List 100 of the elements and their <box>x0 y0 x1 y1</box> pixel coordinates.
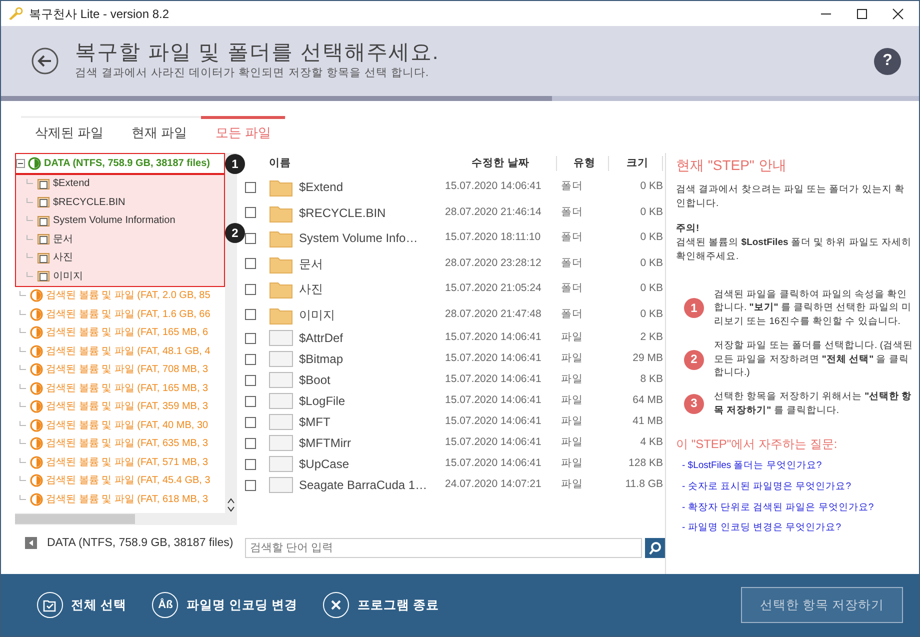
checkbox[interactable] <box>245 438 256 448</box>
table-cell-text: 15.07.2020 14:06:41 <box>445 414 542 430</box>
close-icon <box>892 8 904 20</box>
table-cell-text: 15.07.2020 21:05:24 <box>445 281 542 296</box>
checkbox[interactable] <box>245 284 256 295</box>
checkbox[interactable] <box>245 354 256 364</box>
column-header[interactable]: 유형 <box>561 156 609 172</box>
checkbox[interactable] <box>245 374 256 386</box>
faq-link[interactable]: - 확장자 단위로 검색된 파일은 무엇인가요? <box>682 500 913 514</box>
file-icon <box>269 393 295 409</box>
faq-link[interactable]: - $LostFiles 폴더는 무엇인가요? <box>682 459 913 473</box>
folder-checkbox-icon[interactable] <box>37 214 50 227</box>
column-header[interactable]: 이름 <box>269 156 441 172</box>
table-cell-text: 폴더 <box>561 256 584 271</box>
guide-title: 현재 "STEP" 안내 <box>676 156 788 174</box>
table-cell-text: 파일 <box>561 372 584 388</box>
faq-title: 이 "STEP"에서 자주하는 질문: <box>676 436 838 453</box>
folder-checkbox-icon[interactable] <box>37 252 50 264</box>
checkbox[interactable] <box>245 258 256 270</box>
horizontal-scrollbar[interactable] <box>15 512 237 524</box>
checkbox[interactable] <box>245 232 256 244</box>
encoding-icon: Åß <box>152 592 178 618</box>
note-title: 주의! <box>676 222 700 236</box>
page-subtitle: 검색 결과에서 사라진 데이터가 확인되면 저장할 항목을 선택 합니다. <box>75 66 430 82</box>
checkbox[interactable] <box>245 332 256 344</box>
table-cell-text: 11.8 GB <box>624 477 663 492</box>
footer-action[interactable]: 전체 선택 <box>37 592 126 618</box>
column-header[interactable]: 수정한 날짜 <box>445 156 557 172</box>
file-name[interactable]: $LogFile <box>299 392 441 410</box>
file-name[interactable]: $Boot <box>299 371 441 389</box>
footer-action[interactable]: 프로그램 종료 <box>323 592 439 618</box>
table-cell-text: 0 KB <box>639 281 663 296</box>
page-title: 복구할 파일 및 폴더를 선택해주세요. <box>75 40 440 66</box>
scroll-down-icon[interactable] <box>227 504 235 512</box>
file-name[interactable]: $Extend <box>299 178 441 196</box>
table-cell-text: 0 KB <box>639 204 663 220</box>
table-cell-text: 파일 <box>561 351 584 366</box>
tree-item[interactable]: System Volume Information <box>53 213 176 228</box>
file-name[interactable]: $Bitmap <box>299 350 441 368</box>
table-cell-text: 15.07.2020 14:06:41 <box>445 393 542 408</box>
vertical-scrollbar[interactable] <box>225 152 237 512</box>
search-button[interactable] <box>645 538 665 558</box>
folder-checkbox-icon[interactable] <box>37 196 50 208</box>
file-name[interactable]: $RECYCLE.BIN <box>299 204 441 222</box>
checkbox[interactable] <box>245 309 256 320</box>
table-cell-text: 파일 <box>561 456 584 472</box>
faq-link[interactable]: - 파일명 인코딩 변경은 무엇인가요? <box>682 521 913 536</box>
file-name[interactable]: $MFT <box>299 413 441 431</box>
folder-checkbox-icon[interactable] <box>37 270 50 282</box>
table-cell-text: 8 KB <box>639 372 663 388</box>
table-cell-text: 0 KB <box>639 230 663 246</box>
tree-item[interactable]: 문서 <box>53 232 73 247</box>
search-field[interactable]: 검색할 단어 입력 <box>245 538 642 558</box>
checkbox[interactable] <box>245 480 256 490</box>
file-name[interactable]: 사진 <box>299 280 441 298</box>
table-cell-text: 파일 <box>561 477 584 492</box>
window-title: 복구천사 Lite - version 8.2 <box>29 6 170 22</box>
table-cell-text: 29 MB <box>632 351 663 366</box>
file-icon <box>269 372 295 388</box>
file-name[interactable]: $MFTMirr <box>299 434 441 452</box>
table-cell-text: 폴더 <box>561 179 584 194</box>
table-cell-text: 폴더 <box>561 204 584 220</box>
table-cell-text: 2 KB <box>639 330 663 346</box>
collapse-icon[interactable] <box>16 158 25 168</box>
table-cell-text: 15.07.2020 14:06:41 <box>445 456 542 472</box>
table-cell-text: 28.07.2020 21:46:14 <box>445 204 542 220</box>
folder-checkbox-icon[interactable] <box>37 233 50 246</box>
file-icon <box>269 435 295 451</box>
tab[interactable]: 삭제된 파일 <box>21 116 118 146</box>
folder-checkbox-icon[interactable] <box>37 178 50 190</box>
table-cell-text: 0 KB <box>639 256 663 271</box>
checkbox[interactable] <box>245 182 256 193</box>
checkbox[interactable] <box>245 207 256 218</box>
note-text: 검색된 볼륨의 $LostFiles 폴더 및 하위 파일도 자세히 확인해주세요. <box>676 236 912 264</box>
file-name[interactable]: 이미지 <box>299 306 441 324</box>
faq-link[interactable]: - 숫자로 표시된 파일명은 무엇인가요? <box>682 480 913 494</box>
column-header[interactable]: 크기 <box>613 156 663 172</box>
file-name[interactable]: Seagate BarraCuda 1… <box>299 476 441 494</box>
tab[interactable]: 현재 파일 <box>118 116 202 146</box>
file-name[interactable]: $UpCase <box>299 455 441 473</box>
file-name[interactable]: $AttrDef <box>299 329 441 347</box>
tree-item[interactable]: $RECYCLE.BIN <box>53 194 126 210</box>
table-cell-text: 15.07.2020 18:11:10 <box>445 230 542 246</box>
scroll-up-icon[interactable] <box>227 496 235 504</box>
step-number: 2 <box>684 350 704 370</box>
checkbox[interactable] <box>245 416 256 428</box>
folder-check-icon <box>43 598 57 612</box>
checkbox[interactable] <box>245 396 256 406</box>
back-icon[interactable] <box>31 47 59 75</box>
table-cell-text: 0 KB <box>639 306 663 322</box>
checkbox[interactable] <box>245 458 256 470</box>
footer-action[interactable]: Åß 파일명 인코딩 변경 <box>152 592 298 618</box>
table-cell-text: 64 MB <box>632 393 663 408</box>
x-icon <box>330 599 342 611</box>
help-button[interactable]: ? <box>874 48 901 74</box>
tree-item[interactable]: 이미지 <box>53 268 83 284</box>
file-name[interactable]: 문서 <box>299 254 441 273</box>
tree-item[interactable]: 사진 <box>53 250 73 266</box>
tree-item[interactable]: $Extend <box>53 176 90 192</box>
file-name[interactable]: System Volume Info… <box>299 229 441 248</box>
